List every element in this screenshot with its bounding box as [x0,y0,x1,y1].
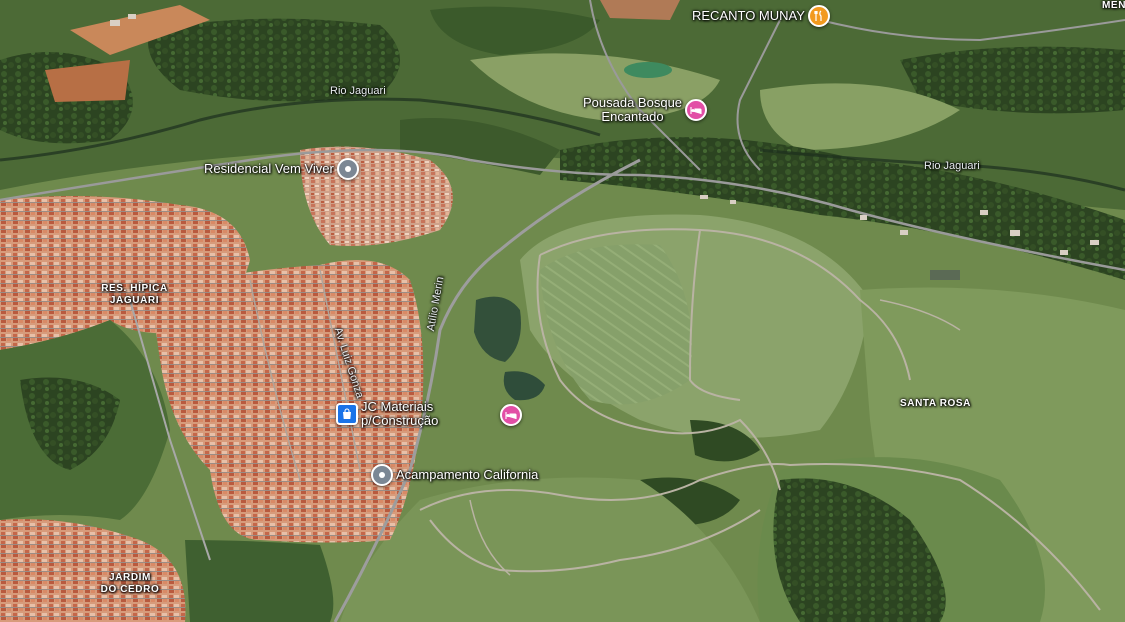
place-jc-materiais[interactable]: JC Materiais p/Construção [336,400,438,428]
restaurant-icon [807,5,830,27]
place-label: Pousada Bosque Encantado [583,95,683,124]
place-residencial-vem-viver[interactable]: Residencial Vem Viver [204,158,359,180]
place-label: Residencial Vem Viver [204,161,334,176]
lodging-icon [685,99,708,121]
place-label: JC Materiais p/Construção [361,399,439,428]
area-label-res-hipica-jaguari: RES. HÍPICA JAGUARI [101,283,168,306]
place-pin-icon [336,158,359,180]
river-label-rio-jaguari-east: Rio Jaguari [924,160,980,172]
satellite-map[interactable]: RES. HÍPICA JAGUARI SANTA ROSA JARDIM DO… [0,0,1125,622]
place-recanto-munay[interactable]: RECANTO MUNAY [692,5,830,27]
lodging-icon [500,404,522,426]
place-lodging-marker[interactable] [500,404,522,426]
place-acampamento-california[interactable]: Acampamento California [371,464,538,486]
river-label-rio-jaguari-west: Rio Jaguari [330,85,386,97]
shopping-bag-icon [336,403,358,425]
place-pin-icon [371,464,393,486]
satellite-terrain [0,0,1125,622]
area-label-santa-rosa: SANTA ROSA [900,398,971,409]
place-label: RECANTO MUNAY [692,8,805,23]
place-pousada-bosque-encantado[interactable]: Pousada Bosque Encantado [583,95,708,124]
place-label: Acampamento California [396,467,539,482]
area-label-edge: MEN [1102,0,1125,11]
area-label-jardim-do-cedro: JARDIM DO CEDRO [100,572,160,595]
